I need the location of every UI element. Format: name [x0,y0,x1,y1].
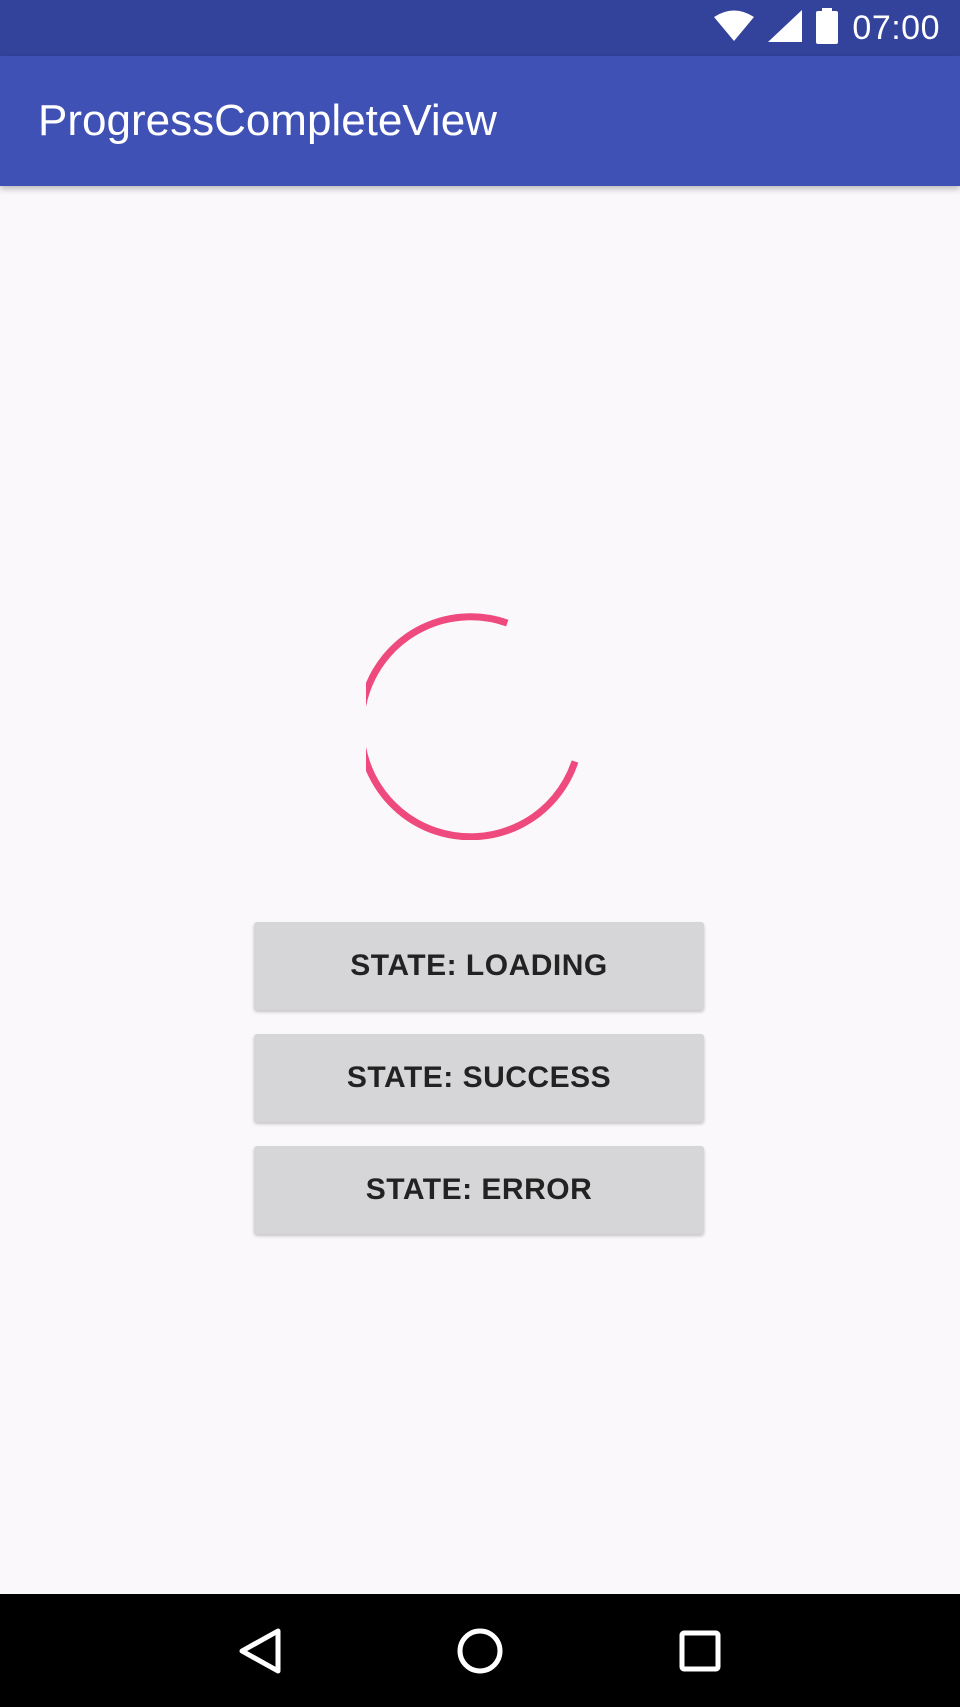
main-content: STATE: LOADING STATE: SUCCESS STATE: ERR… [0,186,960,1594]
state-error-button[interactable]: STATE: ERROR [254,1146,704,1234]
home-icon [457,1628,503,1673]
home-button[interactable] [440,1611,520,1691]
wifi-icon [714,10,755,47]
back-button[interactable] [220,1611,300,1691]
app-bar: ProgressCompleteView [0,56,960,186]
status-bar: 07:00 [0,0,960,56]
state-success-button[interactable]: STATE: SUCCESS [254,1034,704,1122]
progress-complete-view [357,610,596,841]
status-clock: 07:00 [852,8,940,47]
battery-icon [816,7,839,49]
recents-button[interactable] [660,1611,740,1691]
back-icon [239,1628,281,1673]
loading-spinner-arc [357,613,579,841]
state-loading-button[interactable]: STATE: LOADING [254,922,704,1010]
navigation-bar [0,1594,960,1707]
cell-signal-icon [768,9,803,47]
page-title: ProgressCompleteView [38,96,497,145]
recents-icon [679,1630,721,1671]
